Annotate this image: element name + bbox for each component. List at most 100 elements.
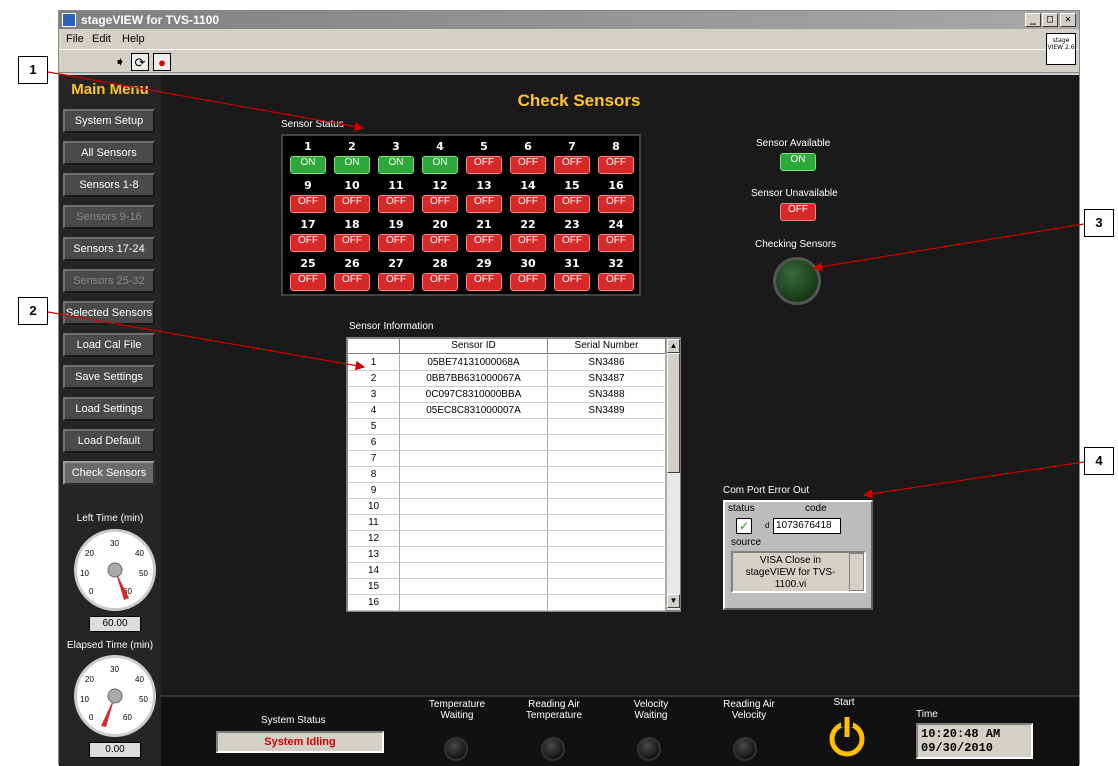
code-label: code: [805, 503, 827, 514]
menu-help[interactable]: Help: [122, 33, 145, 45]
menu-button-load-settings[interactable]: Load Settings: [63, 397, 155, 421]
elapsed-time-label: Elapsed Time (min): [66, 640, 154, 651]
serial-number-cell[interactable]: [548, 467, 666, 483]
sensor-led-26: OFF: [334, 273, 370, 291]
sensor-info-table[interactable]: Sensor ID Serial Number 1 05BE74131000068A S…: [346, 337, 681, 612]
serial-number-cell[interactable]: SN3489: [548, 403, 666, 419]
menu-button-check-sensors[interactable]: Check Sensors: [63, 461, 155, 485]
menu-button-selected-sensors[interactable]: Selected Sensors: [63, 301, 155, 325]
menu-button-sensors-25-32[interactable]: Sensors 25-32: [63, 269, 155, 293]
sensor-number: 16: [608, 179, 624, 192]
time-value: 10:20:48 AM: [921, 727, 1001, 741]
com-port-error-cluster: status code ✓ d 1073676418 source VISA C…: [723, 500, 873, 610]
serial-number-cell[interactable]: [548, 579, 666, 595]
row-index[interactable]: 14: [348, 563, 400, 579]
sensor-id-cell[interactable]: [400, 515, 548, 531]
serial-number-cell[interactable]: [548, 515, 666, 531]
serial-number-cell[interactable]: SN3486: [548, 355, 666, 371]
sensor-number: 8: [612, 140, 620, 153]
menu-button-all-sensors[interactable]: All Sensors: [63, 141, 155, 165]
serial-number-cell[interactable]: [548, 419, 666, 435]
row-index[interactable]: 3: [348, 387, 400, 403]
main-menu-title: Main Menu: [71, 81, 149, 98]
menu-edit[interactable]: Edit: [92, 33, 111, 45]
sensor-id-cell[interactable]: [400, 531, 548, 547]
sensor-led-7: OFF: [554, 156, 590, 174]
menu-button-save-settings[interactable]: Save Settings: [63, 365, 155, 389]
abort-icon[interactable]: ●: [153, 53, 171, 71]
row-index[interactable]: 16: [348, 595, 400, 611]
serial-number-cell[interactable]: [548, 547, 666, 563]
serial-number-cell[interactable]: [548, 451, 666, 467]
sensor-id-cell[interactable]: [400, 483, 548, 499]
sensor-info-label: Sensor Information: [349, 321, 434, 332]
serial-number-cell[interactable]: SN3488: [548, 387, 666, 403]
sensor-id-cell[interactable]: [400, 499, 548, 515]
row-index[interactable]: 1: [348, 355, 400, 371]
row-index[interactable]: 9: [348, 483, 400, 499]
sensor-number: 30: [520, 257, 536, 270]
serial-number-cell[interactable]: [548, 483, 666, 499]
row-index[interactable]: 8: [348, 467, 400, 483]
row-index[interactable]: 2: [348, 371, 400, 387]
minimize-button[interactable]: _: [1025, 13, 1041, 27]
sensor-id-cell[interactable]: [400, 563, 548, 579]
sensor-led-27: OFF: [378, 273, 414, 291]
scroll-down-icon[interactable]: ▼: [667, 594, 680, 608]
menu-button-load-cal-file[interactable]: Load Cal File: [63, 333, 155, 357]
row-index[interactable]: 7: [348, 451, 400, 467]
row-index[interactable]: 11: [348, 515, 400, 531]
sensor-id-cell[interactable]: 05BE74131000068A: [400, 355, 548, 371]
sensor-id-cell[interactable]: [400, 579, 548, 595]
callout-1: 1: [18, 56, 48, 84]
callout-2: 2: [18, 297, 48, 325]
row-index[interactable]: 6: [348, 435, 400, 451]
gauge-tick: 0: [89, 587, 94, 596]
sensor-id-cell[interactable]: [400, 547, 548, 563]
reading-air-temperature-label: Reading Air Temperature: [525, 699, 583, 721]
table-scrollbar[interactable]: ▲ ▼: [666, 339, 680, 610]
source-scrollbar[interactable]: [849, 553, 864, 591]
title-bar[interactable]: stageVIEW for TVS-1100 _ □ ✕: [59, 11, 1079, 29]
row-index[interactable]: 15: [348, 579, 400, 595]
serial-number-cell[interactable]: [548, 595, 666, 611]
row-index[interactable]: 12: [348, 531, 400, 547]
maximize-button[interactable]: □: [1042, 13, 1058, 27]
serial-number-cell[interactable]: [548, 435, 666, 451]
serial-number-cell[interactable]: SN3487: [548, 371, 666, 387]
menu-file[interactable]: File: [66, 33, 84, 45]
sensor-number: 4: [436, 140, 444, 153]
scroll-up-icon[interactable]: ▲: [667, 339, 680, 353]
start-button[interactable]: [825, 715, 869, 759]
scroll-thumb[interactable]: [667, 353, 680, 473]
serial-number-cell[interactable]: [548, 563, 666, 579]
menu-button-system-setup[interactable]: System Setup: [63, 109, 155, 133]
sensor-id-cell[interactable]: [400, 595, 548, 611]
row-index[interactable]: 13: [348, 547, 400, 563]
sensor-id-cell[interactable]: [400, 451, 548, 467]
sensor-id-cell[interactable]: 0C097C8310000BBA: [400, 387, 548, 403]
row-index[interactable]: 10: [348, 499, 400, 515]
status-check-icon: ✓: [736, 518, 752, 534]
sensor-number: 21: [476, 218, 492, 231]
sensor-id-cell[interactable]: [400, 419, 548, 435]
row-index[interactable]: 4: [348, 403, 400, 419]
sensor-id-cell[interactable]: [400, 467, 548, 483]
run-arrow-icon[interactable]: ➧: [111, 53, 129, 71]
serial-number-cell[interactable]: [548, 499, 666, 515]
sensor-id-cell[interactable]: 05EC8C831000007A: [400, 403, 548, 419]
sensor-id-cell[interactable]: 0BB7BB631000067A: [400, 371, 548, 387]
sensor-id-cell[interactable]: [400, 435, 548, 451]
menu-button-sensors-9-16[interactable]: Sensors 9-16: [63, 205, 155, 229]
menu-button-sensors-17-24[interactable]: Sensors 17-24: [63, 237, 155, 261]
menu-bar: File Edit Help: [59, 30, 1079, 48]
sensor-number: 28: [432, 257, 448, 270]
menu-button-sensors-1-8[interactable]: Sensors 1-8: [63, 173, 155, 197]
menu-button-load-default[interactable]: Load Default: [63, 429, 155, 453]
run-continuous-icon[interactable]: ⟳: [131, 53, 149, 71]
gauge-tick: 50: [139, 695, 148, 704]
sensor-led-1: ON: [290, 156, 326, 174]
row-index[interactable]: 5: [348, 419, 400, 435]
close-button[interactable]: ✕: [1060, 13, 1076, 27]
serial-number-cell[interactable]: [548, 531, 666, 547]
